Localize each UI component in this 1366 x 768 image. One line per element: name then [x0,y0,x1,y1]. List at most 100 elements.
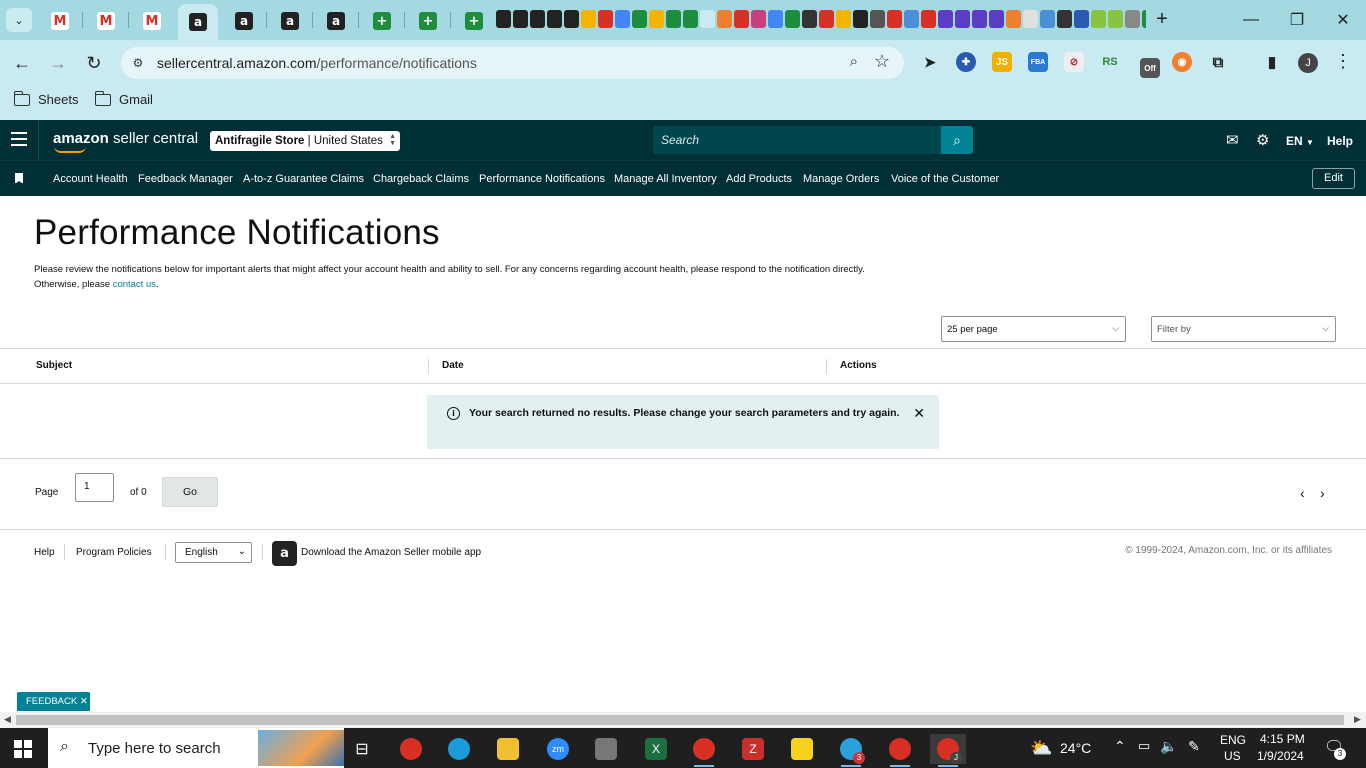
close-icon[interactable]: ✕ [80,696,88,707]
filter-by-dropdown[interactable]: Filter by ⌵ [1151,316,1336,342]
nav-add-products[interactable]: Add Products [726,173,792,185]
windows-start-icon[interactable] [14,740,32,758]
side-panel-icon[interactable]: ▮ [1262,52,1282,72]
taskbar-search[interactable]: ⌕ Type here to search [48,728,344,768]
excel-icon[interactable]: X [638,734,674,764]
clock-time[interactable]: 4:15 PM [1260,732,1305,746]
page-number-input[interactable]: 1 [75,473,114,502]
nav-manage-all-inventory[interactable]: Manage All Inventory [614,173,717,185]
footer-language-select[interactable]: English ⌄ [175,542,252,563]
chrome-profile-taskbar-icon[interactable] [686,734,722,767]
battery-icon[interactable]: ▭ [1138,738,1150,754]
chevron-up-icon[interactable]: ⌃ [1114,738,1126,755]
rs-extension-icon[interactable]: RS [1100,52,1120,72]
language-selector[interactable]: EN ▼ [1286,134,1314,148]
gear-icon[interactable]: ⚙ [1256,131,1269,149]
puzzle-extension-icon[interactable]: ✚ [956,52,976,72]
chevron-right-icon[interactable]: › [1320,485,1325,501]
bookmark-gmail[interactable]: Gmail [94,90,153,107]
pen-icon[interactable]: ✎ [1188,738,1200,755]
zoom-icon[interactable]: ⌕ [850,53,858,70]
scrollbar-thumb[interactable] [16,715,1344,725]
store-marketplace-selector[interactable]: Antifragile Store | United States ▲ ▼ [210,131,400,151]
browser-tab-sheets-3[interactable]: + [462,6,486,36]
profile-avatar[interactable]: J [1298,53,1318,73]
url-text[interactable]: sellercentral.amazon.com/performance/not… [157,55,477,71]
cursor-extension-icon[interactable]: ➤ [920,52,940,72]
mail-icon[interactable]: ✉ [1226,131,1239,149]
firefox-extension-icon[interactable]: ◉ [1172,52,1192,72]
download-app-link[interactable]: Download the Amazon Seller mobile app [301,547,481,558]
forward-arrow-icon[interactable]: → [45,50,71,76]
nav-feedback-manager[interactable]: Feedback Manager [138,173,233,185]
chevron-left-icon[interactable]: ‹ [1300,485,1305,501]
calculator-extension-icon[interactable]: ⊘ [1064,52,1084,72]
scroll-right-arrow-icon[interactable]: ▶ [1354,714,1361,725]
nav-account-health[interactable]: Account Health [53,173,128,185]
nav-manage-orders[interactable]: Manage Orders [803,173,879,185]
sticky-notes-icon[interactable] [784,734,820,764]
weather-temperature[interactable]: 24°C [1060,740,1091,756]
browser-tab-amazon-4[interactable]: a [324,6,348,36]
footer-help-link[interactable]: Help [34,547,55,558]
search-button[interactable]: ⌕ [941,126,973,154]
pinned-tab-favicons[interactable] [496,10,1146,30]
browser-tab-amazon-2[interactable]: a [232,6,256,36]
close-window-button[interactable]: ✕ [1320,6,1366,34]
tab-search-icon[interactable]: ⌄ [6,8,32,32]
horizontal-scrollbar[interactable]: ◀ ▶ [0,712,1366,728]
nav-a-to-z-claims[interactable]: A-to-z Guarantee Claims [243,173,364,185]
close-icon[interactable]: ✕ [913,405,925,422]
fba-extension-icon[interactable]: FBA [1028,52,1048,72]
address-bar[interactable]: ⚙ sellercentral.amazon.com/performance/n… [121,47,904,79]
input-language-line2[interactable]: US [1224,749,1241,763]
filezilla-icon[interactable]: Z [735,734,771,764]
browser-tab-gmail-1[interactable]: M [48,6,72,36]
back-arrow-icon[interactable]: ← [9,50,35,76]
file-explorer-icon[interactable] [490,734,526,764]
minimize-button[interactable]: — [1228,6,1274,34]
site-info-icon[interactable]: ⚙ [127,52,149,74]
task-view-icon[interactable]: ⊟ [344,734,380,764]
chrome-active-window-icon[interactable]: J [930,734,966,767]
browser-tab-amazon-3[interactable]: a [278,6,302,36]
nav-voice-of-customer[interactable]: Voice of the Customer [891,173,999,185]
browser-tab-sheets-1[interactable]: + [370,6,394,36]
browser-menu-icon[interactable]: ⋮ [1334,51,1352,73]
seller-search-input[interactable] [653,126,941,154]
bookmark-star-icon[interactable]: ☆ [874,51,890,72]
edit-nav-button[interactable]: Edit [1312,168,1355,189]
bookmark-icon[interactable] [15,173,23,184]
go-button[interactable]: Go [162,477,218,507]
nav-performance-notifications[interactable]: Performance Notifications [479,173,605,185]
edge-taskbar-icon[interactable] [441,734,477,764]
browser-tab-gmail-3[interactable]: M [140,6,164,36]
seller-central-logo[interactable]: amazon seller central [53,130,198,153]
clock-date[interactable]: 1/9/2024 [1257,749,1304,763]
nav-chargeback-claims[interactable]: Chargeback Claims [373,173,469,185]
browser-tab-sheets-2[interactable]: + [416,6,440,36]
seller-search-box[interactable] [653,126,941,154]
telegram-icon[interactable]: 3 [833,734,869,767]
extensions-puzzle-icon[interactable]: ⧉ [1208,52,1228,72]
calculator-icon[interactable] [588,734,624,764]
browser-tab-gmail-2[interactable]: M [94,6,118,36]
column-subject[interactable]: Subject [36,360,72,371]
zoom-taskbar-icon[interactable]: zm [540,734,576,764]
off-extension-icon[interactable]: Off [1140,58,1160,78]
hamburger-menu-icon[interactable] [11,132,27,146]
restore-button[interactable]: ❐ [1274,6,1320,34]
chrome-taskbar-icon[interactable] [393,734,429,764]
js-extension-icon[interactable]: JS [992,52,1012,72]
help-link[interactable]: Help [1327,134,1353,148]
reload-icon[interactable]: ↻ [81,50,107,76]
column-date[interactable]: Date [442,360,464,371]
browser-tab-seller-central-active[interactable]: a [178,4,218,40]
new-tab-button[interactable]: + [1150,8,1174,32]
volume-icon[interactable]: 🔈 [1160,738,1177,755]
input-language-line1[interactable]: ENG [1220,733,1246,747]
scroll-left-arrow-icon[interactable]: ◀ [4,714,11,725]
footer-program-policies-link[interactable]: Program Policies [76,547,152,558]
bookmark-sheets[interactable]: Sheets [13,90,78,107]
feedback-tab[interactable]: FEEDBACK ✕ [17,692,90,711]
